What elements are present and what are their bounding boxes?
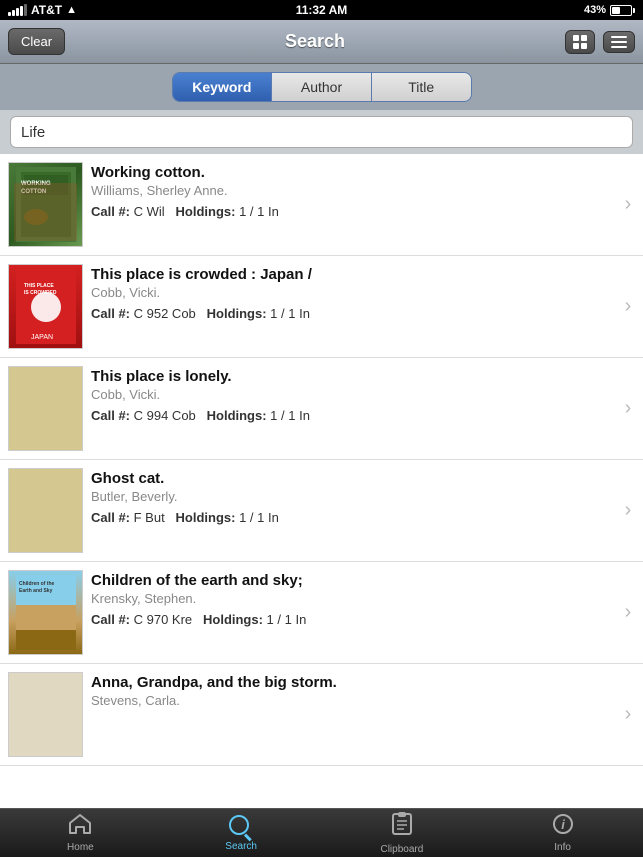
book-item[interactable]: Ghost cat. Butler, Beverly. Call #: F Bu…	[0, 460, 643, 562]
tab-info-label: Info	[554, 842, 571, 853]
svg-text:JAPAN: JAPAN	[31, 334, 53, 341]
book-call: Call #: F But Holdings: 1 / 1 In	[91, 510, 605, 525]
search-tab-icon	[229, 815, 253, 839]
chevron-icon: ›	[625, 295, 632, 318]
clear-button[interactable]: Clear	[8, 28, 65, 55]
chevron-icon: ›	[625, 193, 632, 216]
tab-clipboard[interactable]: Clipboard	[322, 809, 483, 857]
chevron-icon: ›	[625, 601, 632, 624]
chevron-cell: ›	[613, 664, 643, 765]
book-title: This place is crowded : Japan /	[91, 266, 605, 283]
clipboard-icon	[392, 811, 412, 840]
nav-icons	[565, 30, 635, 54]
book-info: Children of the earth and sky; Krensky, …	[91, 562, 613, 663]
tab-home[interactable]: Home	[0, 809, 161, 857]
segment-control: Keyword Author Title	[172, 72, 472, 102]
battery-icon	[610, 5, 635, 16]
search-input-area	[0, 110, 643, 154]
book-item[interactable]: THIS PLACE IS CROWDED JAPAN This place i…	[0, 256, 643, 358]
book-cover: WORKING COTTON	[8, 162, 83, 247]
svg-text:Earth and Sky: Earth and Sky	[19, 588, 53, 594]
book-cover	[8, 468, 83, 553]
chevron-icon: ›	[625, 703, 632, 726]
status-right: 43%	[584, 4, 635, 16]
wifi-icon: ▲	[66, 4, 77, 16]
chevron-cell: ›	[613, 358, 643, 459]
tab-search[interactable]: Search	[161, 809, 322, 857]
book-info: Anna, Grandpa, and the big storm. Steven…	[91, 664, 613, 765]
tab-clipboard-label: Clipboard	[380, 844, 423, 855]
chevron-icon: ›	[625, 397, 632, 420]
book-author: Stevens, Carla.	[91, 693, 605, 708]
segment-keyword[interactable]: Keyword	[173, 73, 273, 101]
book-title: Children of the earth and sky;	[91, 572, 605, 589]
results-list: WORKING COTTON Working cotton. Williams,…	[0, 154, 643, 808]
carrier-label: AT&T	[31, 3, 62, 17]
svg-text:COTTON: COTTON	[21, 189, 46, 195]
book-author: Krensky, Stephen.	[91, 591, 605, 606]
chevron-cell: ›	[613, 154, 643, 255]
tab-info[interactable]: i Info	[482, 809, 643, 857]
grid-icon	[573, 35, 587, 49]
svg-text:Children of the: Children of the	[19, 581, 54, 587]
info-icon: i	[552, 813, 574, 840]
nav-title: Search	[285, 31, 345, 52]
book-author: Cobb, Vicki.	[91, 387, 605, 402]
svg-text:IS CROWDED: IS CROWDED	[24, 290, 57, 296]
chevron-cell: ›	[613, 460, 643, 561]
nav-bar: Clear Search	[0, 20, 643, 64]
book-title: Ghost cat.	[91, 470, 605, 487]
signal-bars	[8, 4, 27, 16]
book-info: This place is crowded : Japan / Cobb, Vi…	[91, 256, 613, 357]
book-item[interactable]: Anna, Grandpa, and the big storm. Steven…	[0, 664, 643, 766]
book-title: Anna, Grandpa, and the big storm.	[91, 674, 605, 691]
segment-title[interactable]: Title	[372, 73, 471, 101]
book-author: Butler, Beverly.	[91, 489, 605, 504]
chevron-cell: ›	[613, 562, 643, 663]
book-item[interactable]: Children of the Earth and Sky Children o…	[0, 562, 643, 664]
battery-percent: 43%	[584, 4, 606, 16]
status-time: 11:32 AM	[296, 3, 348, 17]
book-call: Call #: C 952 Cob Holdings: 1 / 1 In	[91, 306, 605, 321]
tab-home-label: Home	[67, 842, 94, 853]
book-info: Ghost cat. Butler, Beverly. Call #: F Bu…	[91, 460, 613, 561]
book-call: Call #: C 994 Cob Holdings: 1 / 1 In	[91, 408, 605, 423]
book-cover	[8, 366, 83, 451]
chevron-cell: ›	[613, 256, 643, 357]
status-left: AT&T ▲	[8, 3, 77, 17]
status-bar: AT&T ▲ 11:32 AM 43%	[0, 0, 643, 20]
menu-button[interactable]	[603, 31, 635, 53]
search-input[interactable]	[10, 116, 633, 148]
book-info: Working cotton. Williams, Sherley Anne. …	[91, 154, 613, 255]
hamburger-icon	[611, 36, 627, 48]
book-author: Williams, Sherley Anne.	[91, 183, 605, 198]
grid-view-button[interactable]	[565, 30, 595, 54]
book-cover: Children of the Earth and Sky	[8, 570, 83, 655]
tab-search-label: Search	[225, 841, 257, 852]
book-cover	[8, 672, 83, 757]
book-title: Working cotton.	[91, 164, 605, 181]
chevron-icon: ›	[625, 499, 632, 522]
svg-text:THIS PLACE: THIS PLACE	[24, 283, 54, 289]
book-item[interactable]: This place is lonely. Cobb, Vicki. Call …	[0, 358, 643, 460]
book-call: Call #: C 970 Kre Holdings: 1 / 1 In	[91, 612, 605, 627]
book-author: Cobb, Vicki.	[91, 285, 605, 300]
segment-author[interactable]: Author	[272, 73, 372, 101]
home-icon	[68, 813, 92, 840]
book-title: This place is lonely.	[91, 368, 605, 385]
book-info: This place is lonely. Cobb, Vicki. Call …	[91, 358, 613, 459]
book-item[interactable]: WORKING COTTON Working cotton. Williams,…	[0, 154, 643, 256]
tab-bar: Home Search Clipboard i Info	[0, 808, 643, 857]
svg-text:WORKING: WORKING	[21, 181, 51, 187]
book-cover: THIS PLACE IS CROWDED JAPAN	[8, 264, 83, 349]
svg-text:i: i	[561, 817, 565, 832]
book-call: Call #: C Wil Holdings: 1 / 1 In	[91, 204, 605, 219]
segment-bar: Keyword Author Title	[0, 64, 643, 110]
